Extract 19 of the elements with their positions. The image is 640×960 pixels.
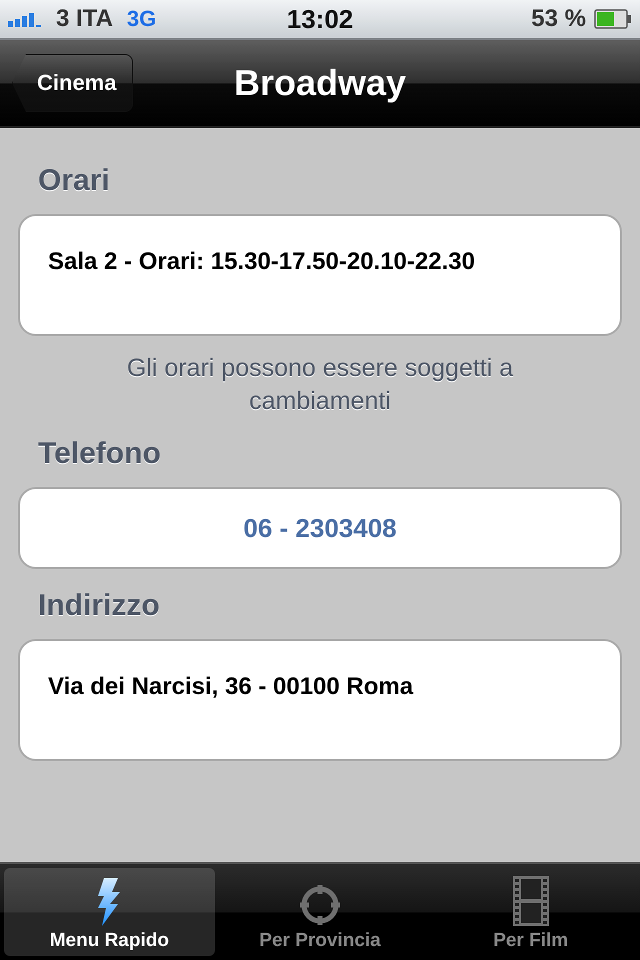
crosshair-icon — [299, 884, 341, 926]
section-header: Orari — [37, 164, 111, 198]
tab[interactable]: Per Film — [425, 868, 636, 956]
film-strip-icon — [512, 876, 549, 926]
info-card: Via dei Narcisi, 36 - 00100 Roma — [18, 639, 622, 761]
screen-title: Broadway — [234, 62, 406, 104]
network-type: 3G — [126, 6, 156, 32]
phone-link[interactable]: 06 - 2303408 — [18, 487, 622, 569]
clock: 13:02 — [286, 4, 354, 34]
tab[interactable]: Per Provincia — [214, 868, 426, 956]
battery-percent: 53 % — [531, 5, 586, 33]
tab[interactable]: Menu Rapido — [4, 868, 215, 956]
back-button[interactable]: Cinema — [12, 54, 134, 112]
carrier-name: 3 ITA — [56, 5, 113, 33]
battery-icon — [594, 9, 632, 29]
section-header: Telefono — [37, 437, 162, 471]
info-card: Sala 2 - Orari: 15.30-17.50-20.10-22.30 — [18, 214, 622, 336]
section-footer: Gli orari possono essere soggetti a cambiamenti — [18, 352, 622, 417]
section-header: Indirizzo — [37, 589, 161, 623]
